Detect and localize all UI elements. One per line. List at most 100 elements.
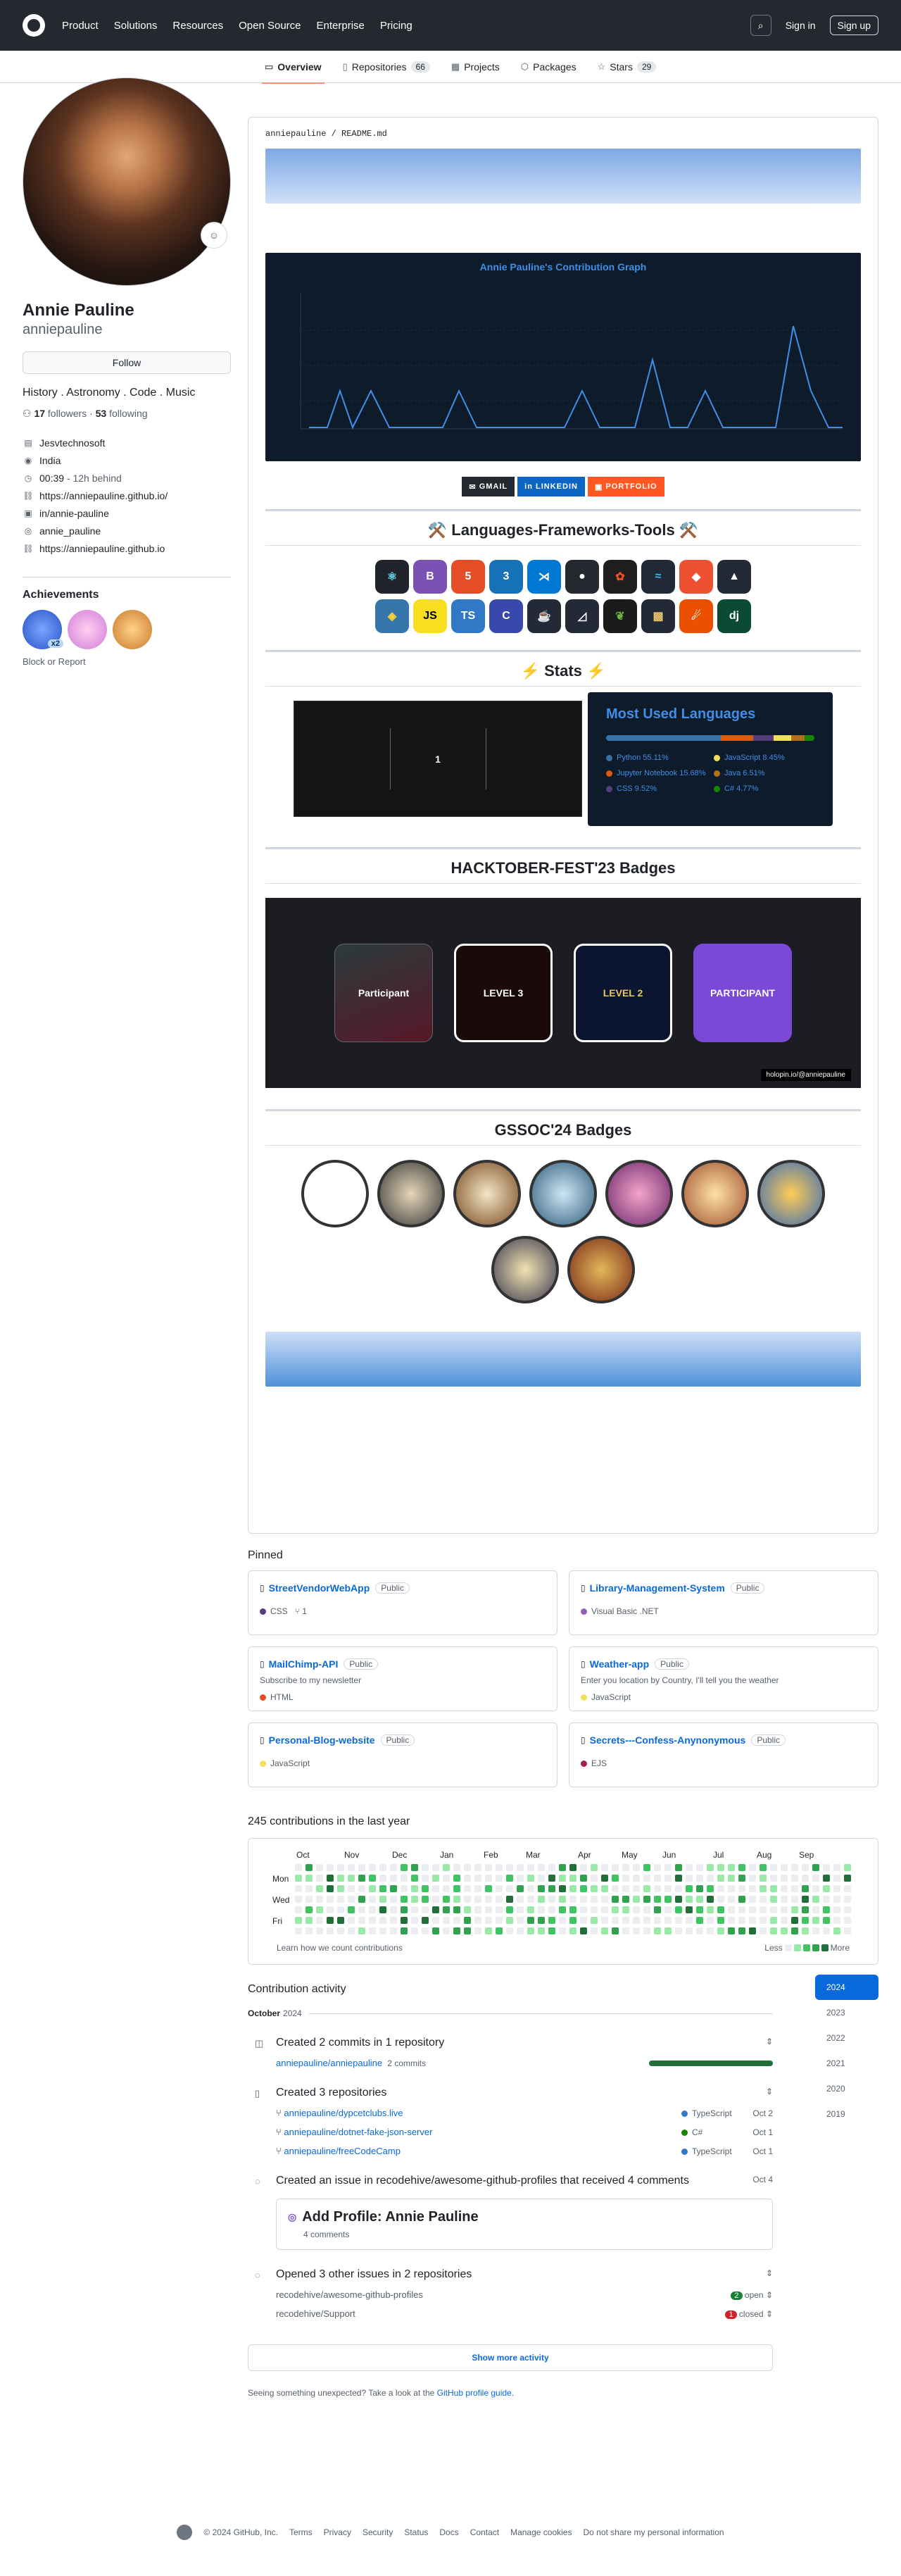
calendar-day[interactable] [316,1875,323,1882]
calendar-day[interactable] [443,1917,450,1924]
calendar-day[interactable] [316,1864,323,1871]
calendar-day[interactable] [379,1917,386,1924]
calendar-day[interactable] [749,1875,756,1882]
calendar-day[interactable] [559,1906,566,1913]
calendar-day[interactable] [411,1927,418,1934]
year-2020[interactable]: 2020 [815,2076,878,2101]
calendar-day[interactable] [527,1917,534,1924]
calendar-day[interactable] [781,1927,788,1934]
calendar-day[interactable] [717,1917,724,1924]
calendar-day[interactable] [844,1885,851,1892]
calendar-day[interactable] [559,1864,566,1871]
calendar-day[interactable] [316,1927,323,1934]
calendar-day[interactable] [453,1896,460,1903]
calendar-day[interactable] [823,1896,830,1903]
calendar-day[interactable] [580,1927,587,1934]
calendar-day[interactable] [390,1885,397,1892]
calendar-day[interactable] [612,1875,619,1882]
calendar-day[interactable] [823,1875,830,1882]
calendar-day[interactable] [327,1917,334,1924]
calendar-day[interactable] [432,1864,439,1871]
calendar-day[interactable] [643,1875,650,1882]
calendar-day[interactable] [538,1885,545,1892]
calendar-day[interactable] [369,1896,376,1903]
calendar-day[interactable] [643,1896,650,1903]
calendar-day[interactable] [760,1917,767,1924]
calendar-day[interactable] [770,1896,777,1903]
calendar-day[interactable] [453,1917,460,1924]
calendar-day[interactable] [464,1885,471,1892]
calendar-day[interactable] [591,1917,598,1924]
calendar-day[interactable] [675,1927,682,1934]
calendar-day[interactable] [569,1906,576,1913]
calendar-day[interactable] [633,1906,640,1913]
calendar-day[interactable] [580,1864,587,1871]
calendar-day[interactable] [527,1864,534,1871]
calendar-day[interactable] [675,1896,682,1903]
calendar-day[interactable] [717,1864,724,1871]
calendar-day[interactable] [633,1864,640,1871]
calendar-day[interactable] [781,1885,788,1892]
calendar-day[interactable] [760,1906,767,1913]
calendar-day[interactable] [474,1896,481,1903]
calendar-day[interactable] [833,1917,840,1924]
calendar-day[interactable] [664,1864,672,1871]
pinned-repo-card[interactable]: ▯ StreetVendorWebApp Public CSS ⑂ 1 [248,1570,557,1635]
calendar-day[interactable] [633,1896,640,1903]
calendar-day[interactable] [812,1927,819,1934]
calendar-day[interactable] [464,1906,471,1913]
calendar-day[interactable] [802,1906,809,1913]
calendar-day[interactable] [485,1927,492,1934]
calendar-day[interactable] [422,1906,429,1913]
calendar-day[interactable] [464,1875,471,1882]
calendar-day[interactable] [559,1885,566,1892]
calendar-day[interactable] [538,1917,545,1924]
calendar-day[interactable] [464,1927,471,1934]
calendar-day[interactable] [496,1864,503,1871]
pinned-repo-card[interactable]: ▯ Library-Management-System Public Visual … [569,1570,878,1635]
calendar-day[interactable] [538,1906,545,1913]
calendar-day[interactable] [675,1864,682,1871]
calendar-day[interactable] [760,1875,767,1882]
calendar-day[interactable] [327,1927,334,1934]
repo-name[interactable]: Personal-Blog-website [269,1734,375,1746]
calendar-day[interactable] [791,1885,798,1892]
follow-button[interactable]: Follow [23,351,231,374]
participant-badge[interactable]: Participant [334,944,433,1042]
calendar-day[interactable] [295,1875,302,1882]
gmail-shield[interactable]: ✉ GMAIL [462,477,515,496]
calendar-day[interactable] [844,1917,851,1924]
calendar-day[interactable] [358,1864,365,1871]
pull-shark-badge-icon[interactable]: x2 [23,610,63,649]
calendar-day[interactable] [633,1927,640,1934]
calendar-day[interactable] [358,1927,365,1934]
calendar-day[interactable] [348,1896,355,1903]
calendar-day[interactable] [348,1917,355,1924]
calendar-day[interactable] [622,1875,629,1882]
calendar-day[interactable] [717,1927,724,1934]
quickdraw-badge-icon[interactable] [113,610,152,649]
calendar-day[interactable] [443,1864,450,1871]
search-icon[interactable]: ⌕ [750,15,771,36]
calendar-day[interactable] [443,1875,450,1882]
calendar-day[interactable] [717,1875,724,1882]
calendar-day[interactable] [601,1896,608,1903]
calendar-day[interactable] [781,1864,788,1871]
pinned-repo-card[interactable]: ▯ Secrets---Confess-Anynonymous Public EJS [569,1722,878,1787]
commit-repo-link[interactable]: anniepauline/anniepauline [276,2058,382,2068]
calendar-day[interactable] [464,1896,471,1903]
calendar-day[interactable] [305,1885,313,1892]
calendar-day[interactable] [305,1875,313,1882]
calendar-day[interactable] [485,1885,492,1892]
calendar-day[interactable] [527,1927,534,1934]
calendar-day[interactable] [474,1906,481,1913]
calendar-day[interactable] [474,1927,481,1934]
calendar-day[interactable] [812,1885,819,1892]
calendar-day[interactable] [327,1896,334,1903]
nav-solutions[interactable]: Solutions [114,20,158,32]
calendar-day[interactable] [612,1917,619,1924]
calendar-day[interactable] [506,1917,513,1924]
calendar-day[interactable] [453,1864,460,1871]
calendar-day[interactable] [664,1927,672,1934]
calendar-day[interactable] [379,1875,386,1882]
